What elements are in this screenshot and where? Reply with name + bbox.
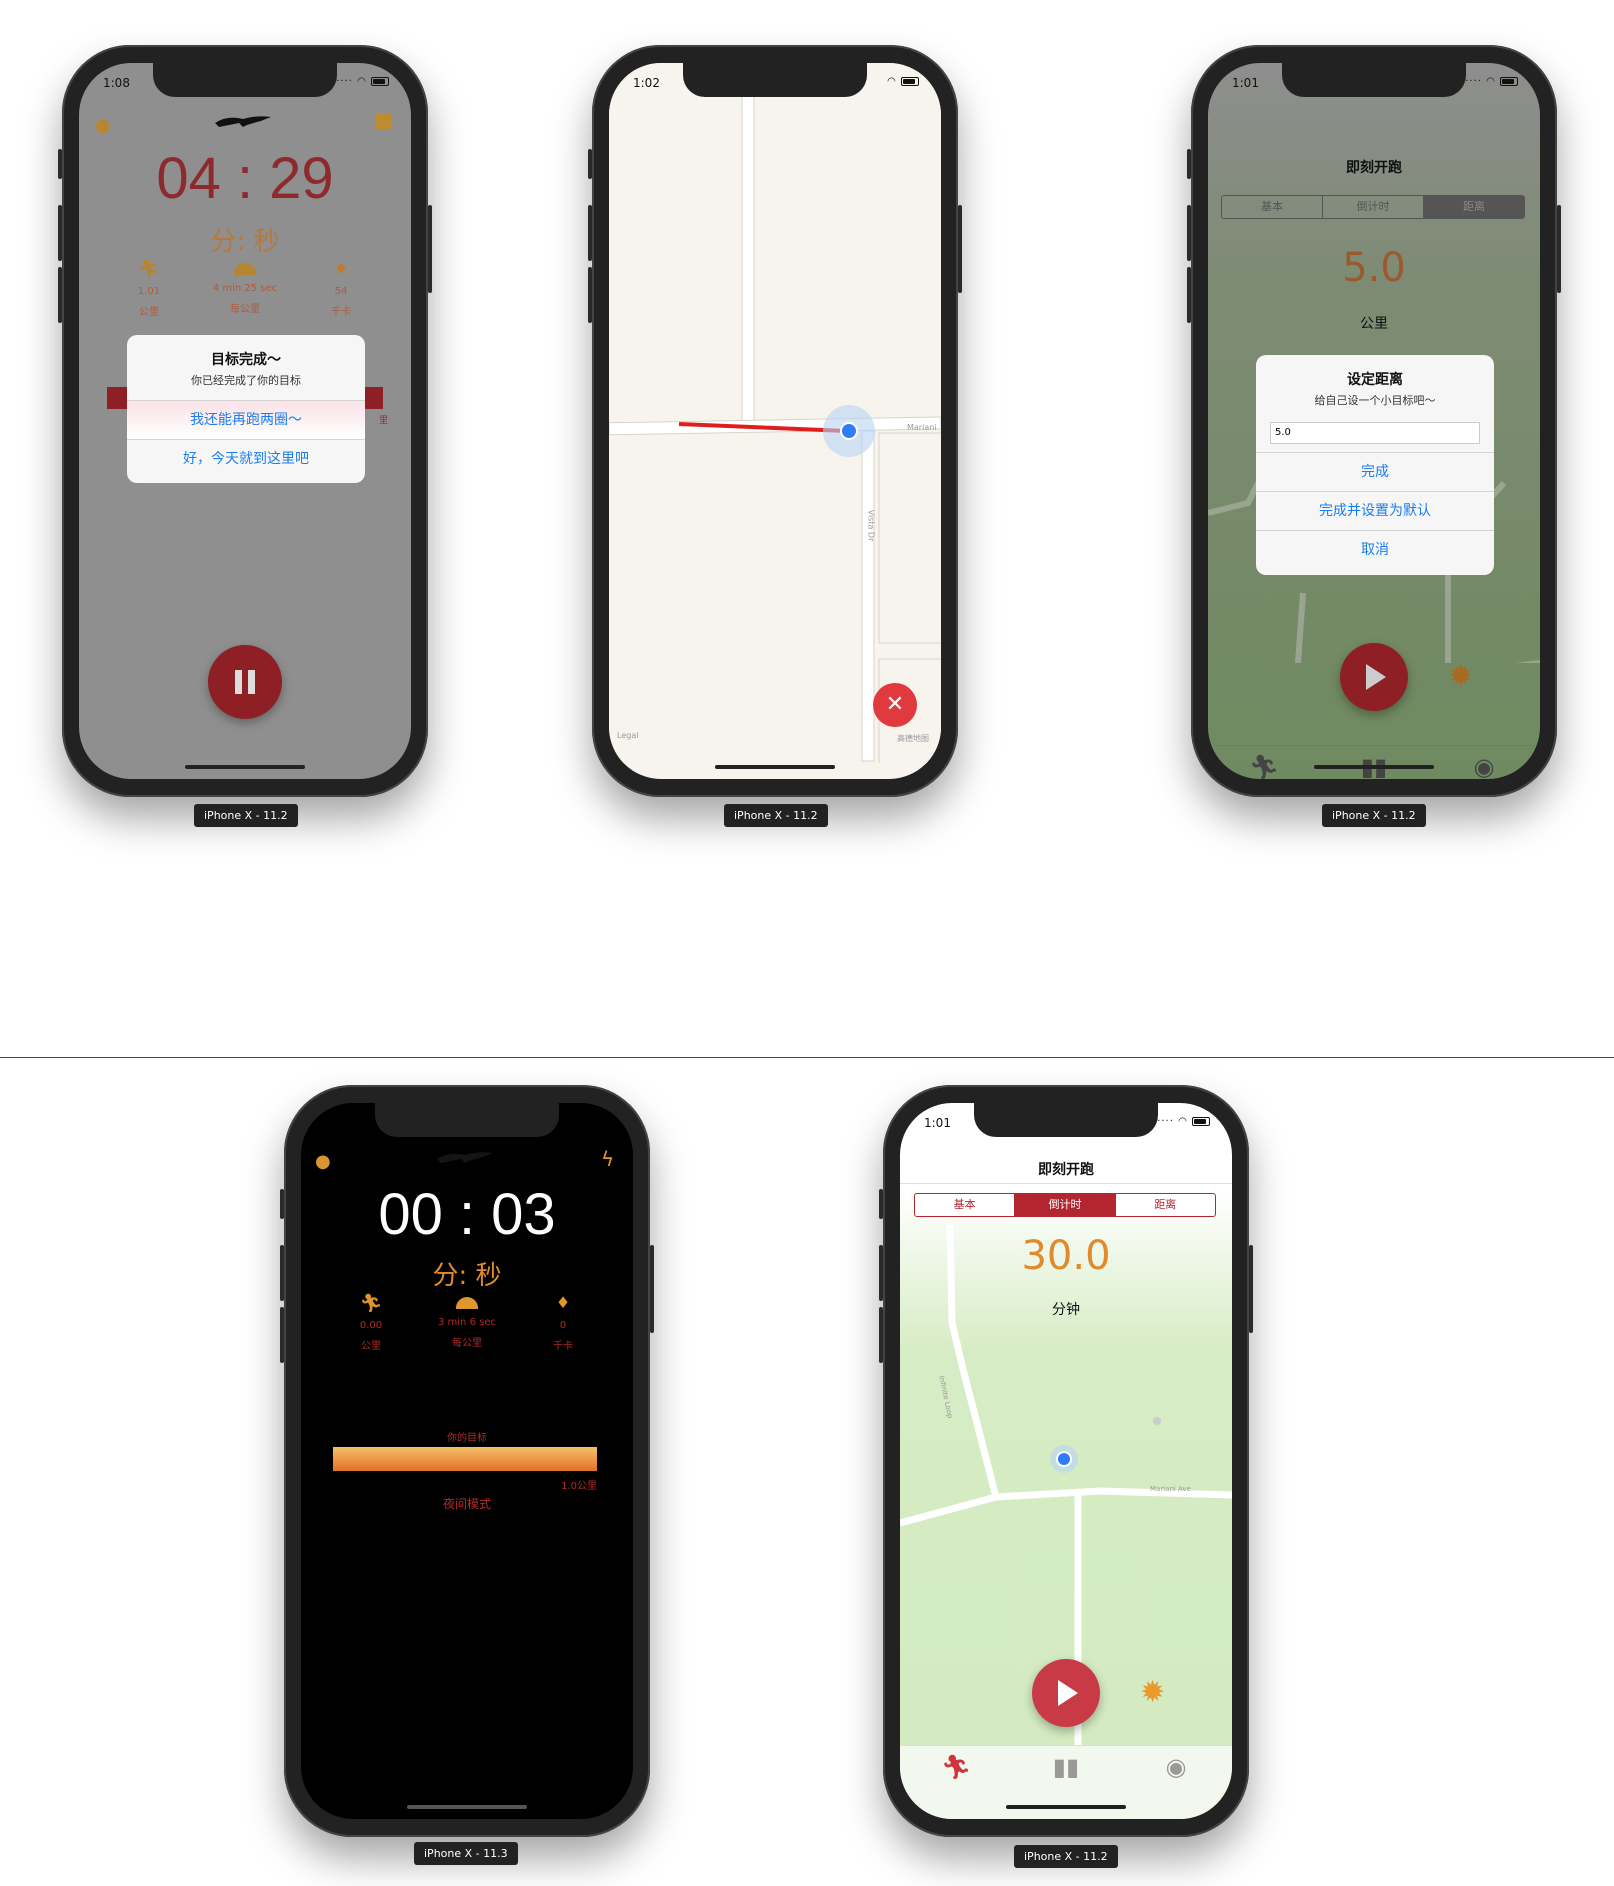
timer-display: 00 : 03 — [378, 1182, 556, 1247]
phone-1: 1:08 ···· ◠ ● 04 : 29 分: 秒 🏃︎ 1.01 公里 4 m… — [58, 45, 432, 797]
device-label-5: iPhone X - 11.2 — [1014, 1845, 1118, 1868]
cancel-button[interactable]: 取消 — [1256, 530, 1494, 569]
tab-basic[interactable]: 基本 — [915, 1194, 1016, 1216]
lightning-icon[interactable]: ϟ — [601, 1147, 614, 1171]
screen-3: 1:01 ···· ◠ 即刻开跑 基本 倒计时 距离 5.0 公里 设定距离 给自… — [1208, 63, 1540, 779]
location-pin-icon[interactable]: ● — [95, 115, 111, 136]
tab-run-icon[interactable]: 🏃︎ — [926, 1753, 986, 1781]
speedometer-icon — [456, 1297, 478, 1309]
page-title: 即刻开跑 — [1038, 1162, 1094, 1178]
device-label-3: iPhone X - 11.2 — [1322, 804, 1426, 827]
section-divider — [0, 1057, 1614, 1058]
tab-run-icon[interactable]: 🏃︎ — [1234, 753, 1294, 779]
phone-5: 1:01 ···· ◠ Mariani Ave Infinite Loop 即刻开… — [879, 1085, 1253, 1837]
goal-label: 你的目标 — [447, 1433, 487, 1444]
distance-input[interactable]: 5.0 — [1270, 422, 1480, 444]
tab-stats-icon[interactable]: ▮▮ — [1036, 1753, 1096, 1781]
stat-distance: 🏃︎ 0.00 公里 — [331, 1293, 411, 1352]
play-icon — [1058, 1680, 1078, 1706]
stat-calories: ♦ 54 千卡 — [301, 259, 381, 318]
screen-1: 1:08 ···· ◠ ● 04 : 29 分: 秒 🏃︎ 1.01 公里 4 m… — [79, 63, 411, 779]
pause-icon — [235, 670, 242, 694]
runner-icon: 🏃︎ — [359, 1293, 383, 1314]
status-time: 1:01 — [1232, 76, 1259, 90]
close-map-button[interactable]: ✕ — [873, 683, 917, 727]
set-distance-dialog: 设定距离 给自己设一个小目标吧～ 5.0 完成 完成并设置为默认 取消 — [1256, 355, 1494, 575]
settings-gear-icon[interactable]: ✹ — [1140, 1675, 1165, 1710]
tab-distance[interactable]: 距离 — [1424, 196, 1524, 218]
status-time: 1:02 — [633, 76, 660, 90]
map-legal-link[interactable]: Legal — [617, 731, 638, 740]
settings-gear-icon[interactable]: ✹ — [1448, 659, 1473, 694]
tab-medal-icon[interactable]: ◉ — [1146, 1753, 1206, 1781]
night-mode-toggle[interactable]: 夜间模式 — [301, 1495, 633, 1512]
goal-value: 1.0公里 — [561, 1481, 597, 1492]
mode-segmented-control[interactable]: 基本 倒计时 距离 — [1221, 195, 1525, 219]
map-view[interactable] — [609, 63, 941, 763]
screen-5: 1:01 ···· ◠ Mariani Ave Infinite Loop 即刻开… — [900, 1103, 1232, 1819]
run-more-button[interactable]: 我还能再跑两圈～ — [127, 400, 365, 439]
play-button[interactable] — [1340, 643, 1408, 711]
map-attribution: 高德地图 — [897, 734, 929, 743]
timer-unit: 分: 秒 — [210, 227, 280, 257]
status-time: 1:01 — [924, 1116, 951, 1130]
phone-2: 1:02 ◠ Mariani Vista Dr Legal 高德地图 ✕ — [588, 45, 962, 797]
phone-4: ● ϟ 00 : 03 分: 秒 🏃︎ 0.00 公里 3 min 6 sec … — [280, 1085, 654, 1837]
mode-segmented-control[interactable]: 基本 倒计时 距离 — [914, 1193, 1216, 1217]
speedometer-icon — [234, 263, 256, 275]
goal-complete-dialog: 目标完成～ 你已经完成了你的目标 我还能再跑两圈～ 好，今天就到这里吧 — [127, 335, 365, 483]
stop-here-button[interactable]: 好，今天就到这里吧 — [127, 439, 365, 478]
phone-3: 1:01 ···· ◠ 即刻开跑 基本 倒计时 距离 5.0 公里 设定距离 给自… — [1187, 45, 1561, 797]
page-title: 即刻开跑 — [1346, 160, 1402, 176]
pause-button[interactable] — [208, 645, 282, 719]
goal-progress-fill — [333, 1447, 597, 1471]
stat-distance: 🏃︎ 1.01 公里 — [109, 259, 189, 318]
panther-logo-icon — [435, 1147, 495, 1165]
street-label-mariani: Mariani — [907, 423, 937, 432]
tab-countdown[interactable]: 倒计时 — [1323, 196, 1424, 218]
goal-side-label: 里 — [379, 416, 389, 426]
status-time: 1:08 — [103, 76, 130, 90]
tab-medal-icon[interactable]: ◉ — [1454, 753, 1514, 779]
flame-icon: ♦ — [333, 259, 349, 278]
street-label-mariani: Mariani Ave — [1150, 1485, 1191, 1493]
timer-unit: 分: 秒 — [432, 1261, 502, 1291]
stat-pace: 4 min 25 sec 每公里 — [205, 259, 285, 315]
screen-4: ● ϟ 00 : 03 分: 秒 🏃︎ 0.00 公里 3 min 6 sec … — [301, 1103, 633, 1819]
goal-value[interactable]: 30.0 — [900, 1233, 1232, 1279]
street-label-vista: Vista Dr — [866, 509, 876, 542]
device-label-1: iPhone X - 11.2 — [194, 804, 298, 827]
location-pin-icon[interactable]: ● — [315, 1151, 331, 1172]
goal-unit: 公里 — [1360, 316, 1388, 332]
goal-value[interactable]: 5.0 — [1208, 245, 1540, 291]
stat-calories: ♦ 0 千卡 — [523, 1293, 603, 1352]
play-icon — [1366, 664, 1386, 690]
done-set-default-button[interactable]: 完成并设置为默认 — [1256, 491, 1494, 530]
runner-icon: 🏃︎ — [137, 259, 161, 280]
play-button[interactable] — [1032, 1659, 1100, 1727]
panther-logo-icon — [213, 111, 273, 129]
flame-icon: ♦ — [555, 1293, 571, 1312]
device-label-2: iPhone X - 11.2 — [724, 804, 828, 827]
tab-distance[interactable]: 距离 — [1116, 1194, 1215, 1216]
timer-display: 04 : 29 — [156, 146, 334, 211]
lock-icon[interactable] — [375, 113, 391, 129]
close-icon: ✕ — [885, 692, 905, 717]
goal-progress-track — [333, 1447, 597, 1471]
screen-2: 1:02 ◠ Mariani Vista Dr Legal 高德地图 ✕ — [609, 63, 941, 779]
device-label-4: iPhone X - 11.3 — [414, 1842, 518, 1865]
tab-basic[interactable]: 基本 — [1222, 196, 1323, 218]
goal-unit: 分钟 — [1052, 1302, 1080, 1318]
tab-countdown[interactable]: 倒计时 — [1015, 1194, 1116, 1216]
stat-pace: 3 min 6 sec 每公里 — [427, 1293, 507, 1349]
done-button[interactable]: 完成 — [1256, 452, 1494, 491]
